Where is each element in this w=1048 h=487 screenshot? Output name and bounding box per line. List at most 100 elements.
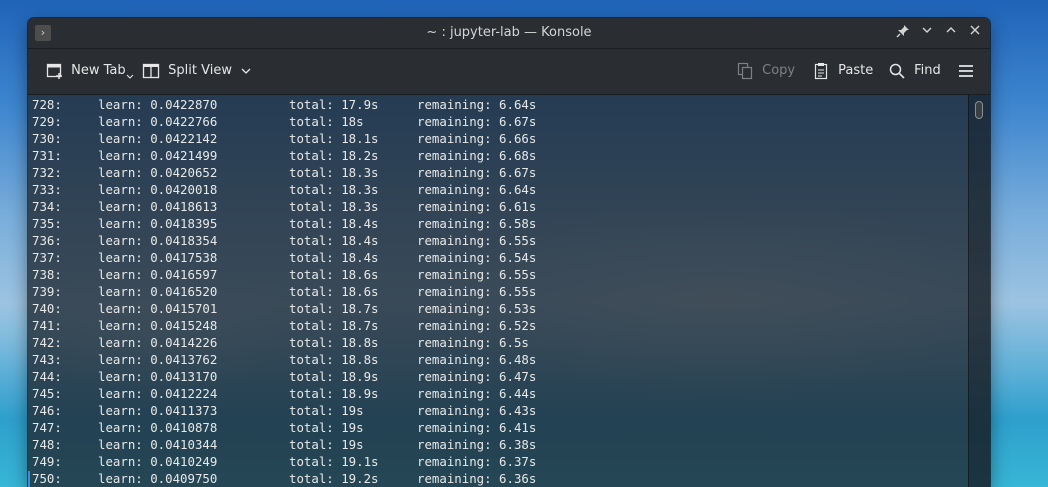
- terminal-line-iter: 737:: [32, 250, 62, 265]
- menu-button[interactable]: [957, 59, 975, 83]
- terminal-line-iter: 747:: [32, 420, 62, 435]
- terminal-line-remaining: remaining: 6.47s: [417, 369, 537, 384]
- paste-label: Paste: [838, 63, 874, 78]
- maximize-button[interactable]: [942, 24, 960, 42]
- minimize-button[interactable]: [918, 24, 936, 42]
- terminal-line-learn: learn: 0.0418613: [98, 199, 218, 214]
- scrollbar-thumb[interactable]: [975, 101, 983, 119]
- terminal-line-iter: 743:: [32, 352, 62, 367]
- terminal-line-iter: 736:: [32, 233, 62, 248]
- terminal-line-remaining: remaining: 6.38s: [417, 437, 537, 452]
- terminal-line: 744: learn: 0.0413170 total: 18.9s remainin…: [32, 368, 932, 385]
- terminal-line: 741: learn: 0.0415248 total: 18.7s remainin…: [32, 317, 932, 334]
- terminal-line: 745: learn: 0.0412224 total: 18.9s remainin…: [32, 385, 932, 402]
- scrollbar[interactable]: [968, 95, 990, 487]
- terminal-line: 750: learn: 0.0409750 total: 19.2s remainin…: [32, 470, 932, 487]
- title-bar[interactable]: › ~ : jupyter-lab — Konsole: [28, 18, 990, 49]
- terminal-line-learn: learn: 0.0410344: [98, 437, 218, 452]
- terminal-line-remaining: remaining: 6.48s: [417, 352, 537, 367]
- terminal-line-total: total: 18s: [289, 114, 364, 129]
- new-tab-button[interactable]: New Tab: [46, 59, 134, 83]
- terminal-line-remaining: remaining: 6.55s: [417, 284, 537, 299]
- terminal-line-remaining: remaining: 6.44s: [417, 386, 537, 401]
- toolbar: New Tab Split View Copy Paste Find: [28, 49, 990, 95]
- terminal-line-remaining: remaining: 6.5s: [417, 335, 529, 350]
- chevron-down-icon: [241, 68, 251, 74]
- terminal-line-total: total: 18.4s: [289, 250, 379, 265]
- terminal-line-learn: learn: 0.0415701: [98, 301, 218, 316]
- terminal-line: 735: learn: 0.0418395 total: 18.4s remainin…: [32, 215, 932, 232]
- terminal-line-total: total: 18.9s: [289, 386, 379, 401]
- find-button[interactable]: Find: [888, 59, 941, 83]
- terminal-line: 746: learn: 0.0411373 total: 19s remaining:…: [32, 402, 932, 419]
- terminal-line-total: total: 18.7s: [289, 301, 379, 316]
- terminal-line-total: total: 19s: [289, 420, 364, 435]
- terminal-line-iter: 733:: [32, 182, 62, 197]
- terminal-line-total: total: 19.1s: [289, 454, 379, 469]
- terminal-line-remaining: remaining: 6.67s: [417, 165, 537, 180]
- terminal-line-learn: learn: 0.0409750: [98, 471, 218, 486]
- konsole-window: › ~ : jupyter-lab — Konsole New Tab Spli…: [28, 18, 990, 487]
- terminal-line-total: total: 19.2s: [289, 471, 379, 486]
- split-view-icon: [142, 63, 160, 79]
- terminal-line-iter: 740:: [32, 301, 62, 316]
- terminal-line-learn: learn: 0.0413762: [98, 352, 218, 367]
- terminal-line-learn: learn: 0.0413170: [98, 369, 218, 384]
- terminal-line-total: total: 18.6s: [289, 267, 379, 282]
- hamburger-menu-icon: [959, 64, 973, 77]
- terminal-line-iter: 741:: [32, 318, 62, 333]
- terminal-line: 728: learn: 0.0422870 total: 17.9s remainin…: [32, 96, 932, 113]
- terminal-line-learn: learn: 0.0418354: [98, 233, 218, 248]
- close-button[interactable]: [966, 24, 984, 42]
- terminal-line-iter: 734:: [32, 199, 62, 214]
- terminal-cursor: [28, 471, 30, 487]
- terminal-line-learn: learn: 0.0415248: [98, 318, 218, 333]
- terminal-line-learn: learn: 0.0422766: [98, 114, 218, 129]
- terminal-line-iter: 748:: [32, 437, 62, 452]
- paste-button[interactable]: Paste: [812, 59, 873, 83]
- terminal-line-learn: learn: 0.0422142: [98, 131, 218, 146]
- terminal-line-remaining: remaining: 6.53s: [417, 301, 537, 316]
- paste-icon: [814, 63, 828, 80]
- terminal-line: 743: learn: 0.0413762 total: 18.8s remainin…: [32, 351, 932, 368]
- terminal-line-remaining: remaining: 6.55s: [417, 233, 537, 248]
- terminal-line-learn: learn: 0.0416520: [98, 284, 218, 299]
- pin-icon[interactable]: [894, 24, 912, 42]
- new-tab-icon: [46, 63, 62, 79]
- terminal-line-remaining: remaining: 6.55s: [417, 267, 537, 282]
- terminal-line-total: total: 18.3s: [289, 182, 379, 197]
- chevron-down-icon: [922, 27, 932, 33]
- terminal-line-remaining: remaining: 6.66s: [417, 131, 537, 146]
- terminal-line-total: total: 18.2s: [289, 148, 379, 163]
- terminal-line-iter: 744:: [32, 369, 62, 384]
- terminal-line-learn: learn: 0.0412224: [98, 386, 218, 401]
- terminal-line-remaining: remaining: 6.67s: [417, 114, 537, 129]
- terminal-line-iter: 746:: [32, 403, 62, 418]
- terminal-line-remaining: remaining: 6.54s: [417, 250, 537, 265]
- terminal-view[interactable]: 728: learn: 0.0422870 total: 17.9s remainin…: [28, 95, 990, 487]
- copy-button[interactable]: Copy: [736, 59, 795, 83]
- split-view-button[interactable]: Split View: [142, 59, 252, 83]
- terminal-line: 738: learn: 0.0416597 total: 18.6s remainin…: [32, 266, 932, 283]
- terminal-line-iter: 728:: [32, 97, 62, 112]
- terminal-line-learn: learn: 0.0410249: [98, 454, 218, 469]
- copy-label: Copy: [762, 63, 796, 78]
- terminal-line-remaining: remaining: 6.68s: [417, 148, 537, 163]
- terminal-line-iter: 735:: [32, 216, 62, 231]
- terminal-line-learn: learn: 0.0421499: [98, 148, 218, 163]
- terminal-line-total: total: 18.6s: [289, 284, 379, 299]
- terminal-line-total: total: 19s: [289, 437, 364, 452]
- terminal-line-total: total: 18.8s: [289, 352, 379, 367]
- chevron-down-icon: [126, 74, 134, 79]
- terminal-line-total: total: 18.8s: [289, 335, 379, 350]
- terminal-line: 739: learn: 0.0416520 total: 18.6s remainin…: [32, 283, 932, 300]
- terminal-line-learn: learn: 0.0411373: [98, 403, 218, 418]
- terminal-line-learn: learn: 0.0418395: [98, 216, 218, 231]
- terminal-line: 747: learn: 0.0410878 total: 19s remaining:…: [32, 419, 932, 436]
- terminal-line-iter: 745:: [32, 386, 62, 401]
- terminal-line-iter: 742:: [32, 335, 62, 350]
- terminal-line: 749: learn: 0.0410249 total: 19.1s remainin…: [32, 453, 932, 470]
- terminal-line-learn: learn: 0.0414226: [98, 335, 218, 350]
- terminal-line-total: total: 18.4s: [289, 216, 379, 231]
- new-tab-label: New Tab: [71, 63, 126, 78]
